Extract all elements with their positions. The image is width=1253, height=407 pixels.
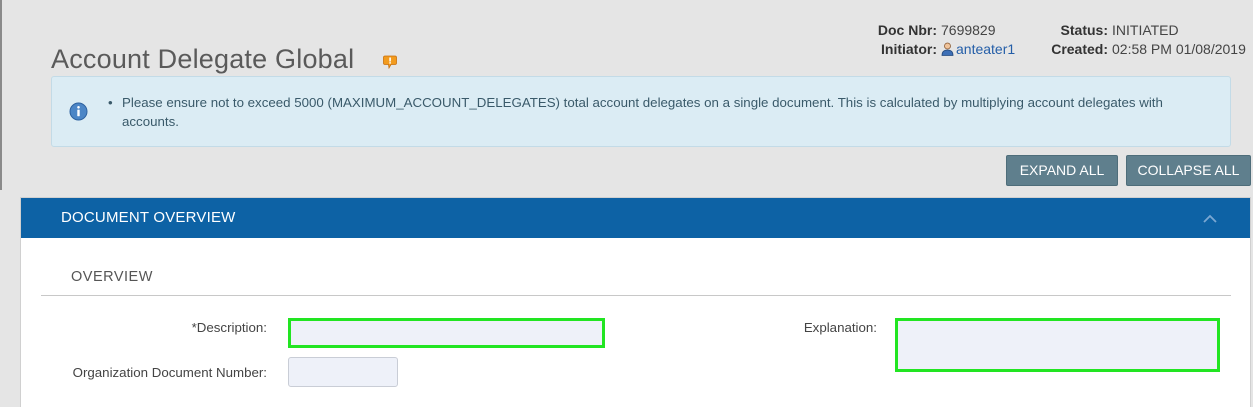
document-info-right: Status: INITIATED Created: 02:58 PM 01/08/… [1048, 21, 1246, 59]
doc-number-value: 7699829 [941, 22, 996, 38]
initiator-label: Initiator: [881, 41, 937, 57]
info-message-list: • Please ensure not to exceed 5000 (MAXI… [108, 93, 1202, 131]
description-field[interactable] [288, 318, 605, 348]
page: Account Delegate Global Doc Nbr: 7699829 … [0, 0, 1253, 407]
person-icon [941, 42, 954, 56]
org-doc-number-field[interactable] [288, 357, 398, 387]
explanation-label: Explanation: [803, 320, 877, 335]
initiator-link[interactable]: anteater1 [956, 41, 1015, 57]
info-message-text: Please ensure not to exceed 5000 (MAXIMU… [122, 95, 1163, 129]
status-value: INITIATED [1112, 22, 1179, 38]
description-label: *Description: [191, 320, 267, 335]
bullet-icon: • [108, 95, 113, 110]
created-value: 02:58 PM 01/08/2019 [1112, 41, 1246, 57]
page-title: Account Delegate Global [51, 44, 355, 74]
status-label: Status: [1060, 22, 1108, 38]
collapse-all-button[interactable]: COLLAPSE ALL [1126, 155, 1251, 186]
help-bubble-icon[interactable] [383, 55, 397, 70]
overview-divider [41, 295, 1231, 296]
info-icon [69, 102, 88, 121]
created-row: Created: 02:58 PM 01/08/2019 [1048, 40, 1246, 59]
document-overview-title: DOCUMENT OVERVIEW [61, 209, 236, 226]
document-overview-header[interactable]: DOCUMENT OVERVIEW [21, 198, 1250, 238]
info-message-box: • Please ensure not to exceed 5000 (MAXI… [51, 76, 1231, 147]
doc-number-row: Doc Nbr: 7699829 [875, 21, 1015, 40]
explanation-field[interactable] [895, 318, 1220, 372]
status-row: Status: INITIATED [1048, 21, 1246, 40]
document-overview-panel: DOCUMENT OVERVIEW OVERVIEW *Description:… [20, 197, 1251, 407]
initiator-row: Initiator: anteater1 [875, 40, 1015, 59]
document-info-left: Doc Nbr: 7699829 Initiator: anteater1 [875, 21, 1015, 59]
page-left-border [0, 0, 2, 190]
created-label: Created: [1051, 41, 1108, 57]
overview-section-title: OVERVIEW [71, 269, 153, 285]
doc-number-label: Doc Nbr: [877, 22, 937, 38]
chevron-up-icon[interactable] [1203, 211, 1217, 223]
expand-all-button[interactable]: EXPAND ALL [1006, 155, 1118, 186]
org-doc-number-label: Organization Document Number: [72, 365, 267, 380]
